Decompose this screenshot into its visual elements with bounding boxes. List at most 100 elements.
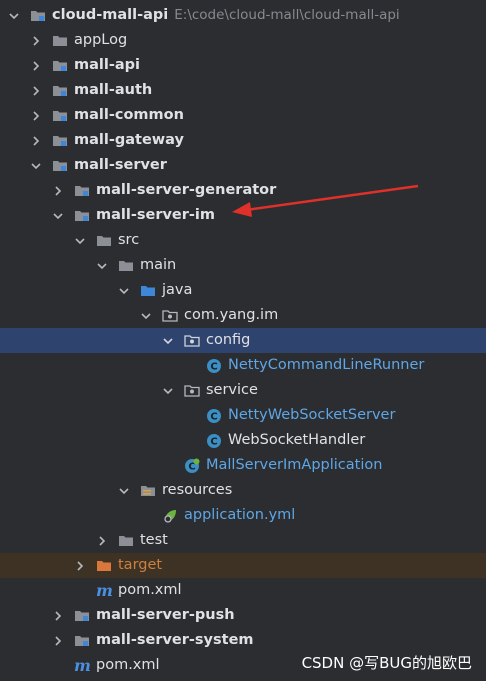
- chevron-down-icon[interactable]: [162, 385, 174, 397]
- tree-row-mall-server-generator[interactable]: mall-server-generator: [0, 178, 486, 203]
- chevron-right-icon[interactable]: [30, 60, 42, 72]
- tree-row-package-config[interactable]: config: [0, 328, 486, 353]
- folder-icon: [52, 33, 68, 49]
- tree-item-label: target: [118, 557, 163, 573]
- tree-item-label: application.yml: [184, 507, 296, 523]
- tree-item-label: WebSocketHandler: [228, 432, 366, 448]
- package-icon: [162, 308, 178, 324]
- tree-item-label: config: [206, 332, 251, 348]
- chevron-down-icon[interactable]: [74, 235, 86, 247]
- module-folder-icon: [52, 108, 68, 124]
- tree-item-label: mall-server: [74, 157, 167, 173]
- chevron-right-icon[interactable]: [52, 635, 64, 647]
- tree-row-file-pom-xml[interactable]: m pom.xml: [0, 578, 486, 603]
- module-folder-icon: [74, 608, 90, 624]
- module-folder-icon: [52, 158, 68, 174]
- tree-item-label: NettyCommandLineRunner: [228, 357, 425, 373]
- tree-item-label: NettyWebSocketServer: [228, 407, 396, 423]
- tree-item-label: mall-common: [74, 107, 184, 123]
- module-folder-icon: [74, 633, 90, 649]
- tree-item-label: pom.xml: [96, 657, 160, 673]
- chevron-down-icon[interactable]: [118, 285, 130, 297]
- watermark: CSDN @写BUG的旭欧巴: [301, 654, 472, 672]
- module-folder-icon: [74, 208, 90, 224]
- tree-item-label: mall-server-generator: [96, 182, 277, 198]
- module-folder-icon: [30, 8, 46, 24]
- tree-row-class-nettycommandlinerunner[interactable]: C NettyCommandLineRunner: [0, 353, 486, 378]
- spring-boot-class-icon: C: [184, 458, 200, 474]
- tree-item-label: test: [140, 532, 168, 548]
- tree-row-package-service[interactable]: service: [0, 378, 486, 403]
- chevron-down-icon[interactable]: [140, 310, 152, 322]
- folder-icon: [118, 258, 134, 274]
- resources-folder-icon: [140, 483, 156, 499]
- package-icon: [184, 333, 200, 349]
- tree-row-mall-common[interactable]: mall-common: [0, 103, 486, 128]
- tree-row-main[interactable]: main: [0, 253, 486, 278]
- class-icon: C: [206, 433, 222, 449]
- root-path: E:\code\cloud-mall\cloud-mall-api: [174, 7, 400, 23]
- folder-icon: [96, 233, 112, 249]
- tree-item-label: mall-server-push: [96, 607, 235, 623]
- module-folder-icon: [52, 83, 68, 99]
- tree-item-label: mall-server-im: [96, 207, 216, 223]
- tree-row-mall-api[interactable]: mall-api: [0, 53, 486, 78]
- tree-item-label: java: [162, 282, 193, 298]
- class-icon: C: [206, 408, 222, 424]
- chevron-right-icon[interactable]: [52, 185, 64, 197]
- module-folder-icon: [52, 58, 68, 74]
- tree-row-root[interactable]: cloud-mall-api E:\code\cloud-mall\cloud-…: [0, 3, 486, 28]
- tree-item-label: appLog: [74, 32, 128, 48]
- chevron-down-icon[interactable]: [162, 335, 174, 347]
- tree-row-file-application-yml[interactable]: application.yml: [0, 503, 486, 528]
- chevron-right-icon[interactable]: [74, 560, 86, 572]
- chevron-down-icon[interactable]: [96, 260, 108, 272]
- tree-row-mall-server-system[interactable]: mall-server-system: [0, 628, 486, 653]
- chevron-right-icon[interactable]: [30, 85, 42, 97]
- tree-item-label: resources: [162, 482, 233, 498]
- tree-item-label: mall-api: [74, 57, 140, 73]
- tree-row-resources[interactable]: resources: [0, 478, 486, 503]
- tree-item-label: mall-server-system: [96, 632, 254, 648]
- tree-row-mall-gateway[interactable]: mall-gateway: [0, 128, 486, 153]
- tree-row-class-websockethandler[interactable]: C WebSocketHandler: [0, 428, 486, 453]
- source-folder-icon: [140, 283, 156, 299]
- tree-item-label: pom.xml: [118, 582, 182, 598]
- chevron-down-icon[interactable]: [30, 160, 42, 172]
- tree-row-mall-server-push[interactable]: mall-server-push: [0, 603, 486, 628]
- tree-row-applog[interactable]: appLog: [0, 28, 486, 53]
- package-icon: [184, 383, 200, 399]
- tree-row-mall-server[interactable]: mall-server: [0, 153, 486, 178]
- tree-row-class-mallserverimapplication[interactable]: C MallServerImApplication: [0, 453, 486, 478]
- chevron-right-icon[interactable]: [30, 35, 42, 47]
- tree-row-target[interactable]: target: [0, 553, 486, 578]
- chevron-down-icon[interactable]: [52, 210, 64, 222]
- module-folder-icon: [52, 133, 68, 149]
- tree-row-class-nettywebsocketserver[interactable]: C NettyWebSocketServer: [0, 403, 486, 428]
- tree-row-test[interactable]: test: [0, 528, 486, 553]
- chevron-right-icon[interactable]: [30, 110, 42, 122]
- tree-row-mall-auth[interactable]: mall-auth: [0, 78, 486, 103]
- tree-row-package-com-yang-im[interactable]: com.yang.im: [0, 303, 486, 328]
- svg-text:C: C: [210, 411, 217, 422]
- tree-item-label: main: [140, 257, 177, 273]
- tree-item-label: mall-auth: [74, 82, 153, 98]
- tree-row-java[interactable]: java: [0, 278, 486, 303]
- excluded-folder-icon: [96, 558, 112, 574]
- chevron-down-icon[interactable]: [118, 485, 130, 497]
- chevron-down-icon[interactable]: [8, 10, 20, 22]
- maven-icon: m: [74, 656, 91, 675]
- chevron-right-icon[interactable]: [30, 135, 42, 147]
- chevron-right-icon[interactable]: [52, 610, 64, 622]
- module-folder-icon: [74, 183, 90, 199]
- chevron-right-icon[interactable]: [96, 535, 108, 547]
- tree-item-label: src: [118, 232, 140, 248]
- spring-config-icon: [162, 508, 178, 524]
- maven-icon: m: [96, 581, 113, 600]
- tree-item-label: mall-gateway: [74, 132, 184, 148]
- tree-item-label: MallServerImApplication: [206, 457, 383, 473]
- tree-row-src[interactable]: src: [0, 228, 486, 253]
- tree-row-mall-server-im[interactable]: mall-server-im: [0, 203, 486, 228]
- tree-item-label: service: [206, 382, 258, 398]
- tree-item-label: com.yang.im: [184, 307, 279, 323]
